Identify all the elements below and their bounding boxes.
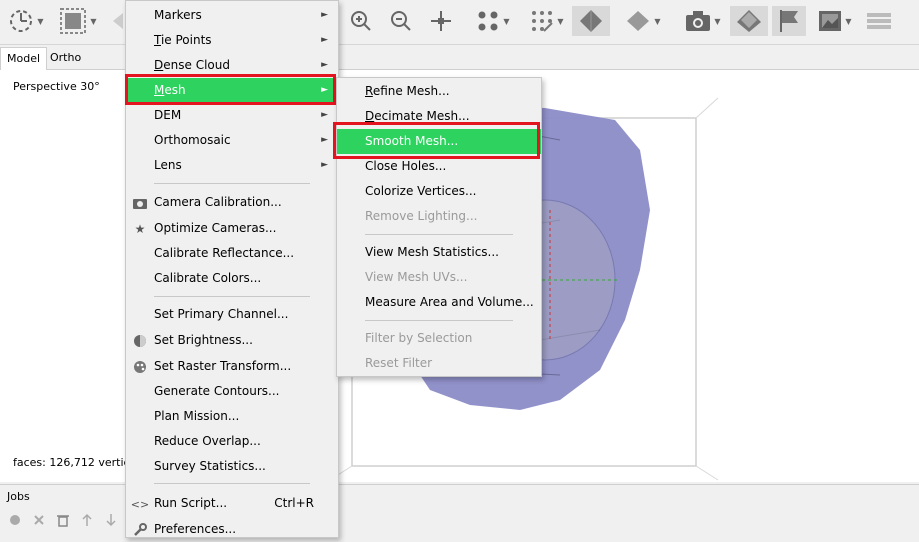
mesh-submenu: Refine Mesh... Decimate Mesh... Smooth M… xyxy=(336,77,542,377)
menu-separator xyxy=(154,483,310,484)
arrow-down-icon[interactable] xyxy=(104,513,118,530)
menu-item-dense-cloud[interactable]: Dense Cloud ► xyxy=(126,53,338,78)
menu-item-tie-points[interactable]: Tie Points ► xyxy=(126,28,338,53)
jobs-title: Jobs xyxy=(7,490,30,503)
menu-item-optimize-cameras[interactable]: ★ Optimize Cameras... xyxy=(126,216,338,241)
menu-item-colorize-vertices[interactable]: Colorize Vertices... xyxy=(337,179,541,204)
menu-item-set-primary-channel[interactable]: Set Primary Channel... xyxy=(126,302,338,327)
menu-item-smooth-mesh[interactable]: Smooth Mesh... xyxy=(337,129,541,154)
menu-item-decimate-mesh[interactable]: Decimate Mesh... xyxy=(337,104,541,129)
menu-separator xyxy=(154,183,310,184)
menu-item-dem[interactable]: DEM ► xyxy=(126,103,338,128)
menu-item-view-mesh-uvs: View Mesh UVs... xyxy=(365,270,468,284)
code-icon: <> xyxy=(130,497,150,511)
zoom-in-icon[interactable] xyxy=(346,6,376,36)
menu-separator xyxy=(365,234,513,235)
model-shaded-icon[interactable]: ▼ xyxy=(620,6,666,36)
menu-item-reduce-overlap[interactable]: Reduce Overlap... xyxy=(126,429,338,454)
menu-item-mesh[interactable]: Mesh ► xyxy=(126,78,338,103)
trash-icon[interactable] xyxy=(56,513,70,530)
menu-item-set-brightness[interactable]: Set Brightness... xyxy=(126,328,338,353)
menu-item-plan-mission[interactable]: Plan Mission... xyxy=(126,404,338,429)
menu-item-camera-calibration[interactable]: Camera Calibration... xyxy=(126,190,338,215)
show-dense-icon[interactable]: ▼ xyxy=(524,6,570,36)
tab-ortho[interactable]: Ortho xyxy=(44,47,87,69)
menu-item-reset-filter: Reset Filter xyxy=(365,356,433,370)
brightness-icon xyxy=(132,333,148,349)
menu-separator xyxy=(365,320,513,321)
menu-item-calibrate-colors[interactable]: Calibrate Colors... xyxy=(126,266,338,291)
move-icon[interactable] xyxy=(426,6,456,36)
menu-item-generate-contours[interactable]: Generate Contours... xyxy=(126,379,338,404)
arrow-up-icon[interactable] xyxy=(80,513,94,530)
menu-separator xyxy=(154,296,310,297)
model-solid-icon[interactable] xyxy=(572,6,610,36)
show-points-icon[interactable]: ▼ xyxy=(470,6,516,36)
zoom-out-icon[interactable] xyxy=(386,6,416,36)
menu-item-view-mesh-statistics[interactable]: View Mesh Statistics... xyxy=(337,240,541,265)
orthomosaic-icon[interactable]: ▼ xyxy=(812,6,858,36)
dem-icon[interactable] xyxy=(864,6,894,36)
palette-icon xyxy=(132,359,148,375)
menu-item-set-raster-transform[interactable]: Set Raster Transform... xyxy=(126,354,338,379)
menu-item-markers[interactable]: Markers ► xyxy=(126,3,338,28)
menu-item-survey-statistics[interactable]: Survey Statistics... xyxy=(126,454,338,479)
menu-item-lens[interactable]: Lens ► xyxy=(126,153,338,178)
arrow-left-icon xyxy=(110,6,126,36)
menu-item-close-holes[interactable]: Close Holes... xyxy=(337,154,541,179)
tab-model[interactable]: Model xyxy=(0,47,48,70)
camera-icon[interactable]: ▼ xyxy=(680,6,726,36)
navigation-icon[interactable]: ▼ xyxy=(6,6,46,36)
menu-item-run-script[interactable]: <> Run Script... Ctrl+R xyxy=(126,491,338,516)
star-icon: ★ xyxy=(134,221,146,236)
close-icon[interactable] xyxy=(32,513,46,530)
record-icon[interactable] xyxy=(8,513,22,530)
tiled-model-icon[interactable] xyxy=(730,6,768,36)
menu-item-refine-mesh[interactable]: Refine Mesh... xyxy=(337,79,541,104)
menu-item-preferences[interactable]: Preferences... xyxy=(126,517,338,542)
jobs-toolbar xyxy=(8,513,118,530)
menu-item-remove-lighting: Remove Lighting... xyxy=(365,209,478,223)
menu-item-measure-area-volume[interactable]: Measure Area and Volume... xyxy=(337,290,541,315)
menu-item-orthomosaic[interactable]: Orthomosaic ► xyxy=(126,128,338,153)
camera-icon xyxy=(132,195,148,211)
tools-menu: Markers ► Tie Points ► Dense Cloud ► Mesh ► … xyxy=(125,0,339,538)
menu-item-filter-by-selection: Filter by Selection xyxy=(365,331,473,345)
markers-flag-icon[interactable] xyxy=(772,6,806,36)
rectangle-select-icon[interactable]: ▼ xyxy=(58,6,98,36)
menu-item-calibrate-reflectance[interactable]: Calibrate Reflectance... xyxy=(126,241,338,266)
